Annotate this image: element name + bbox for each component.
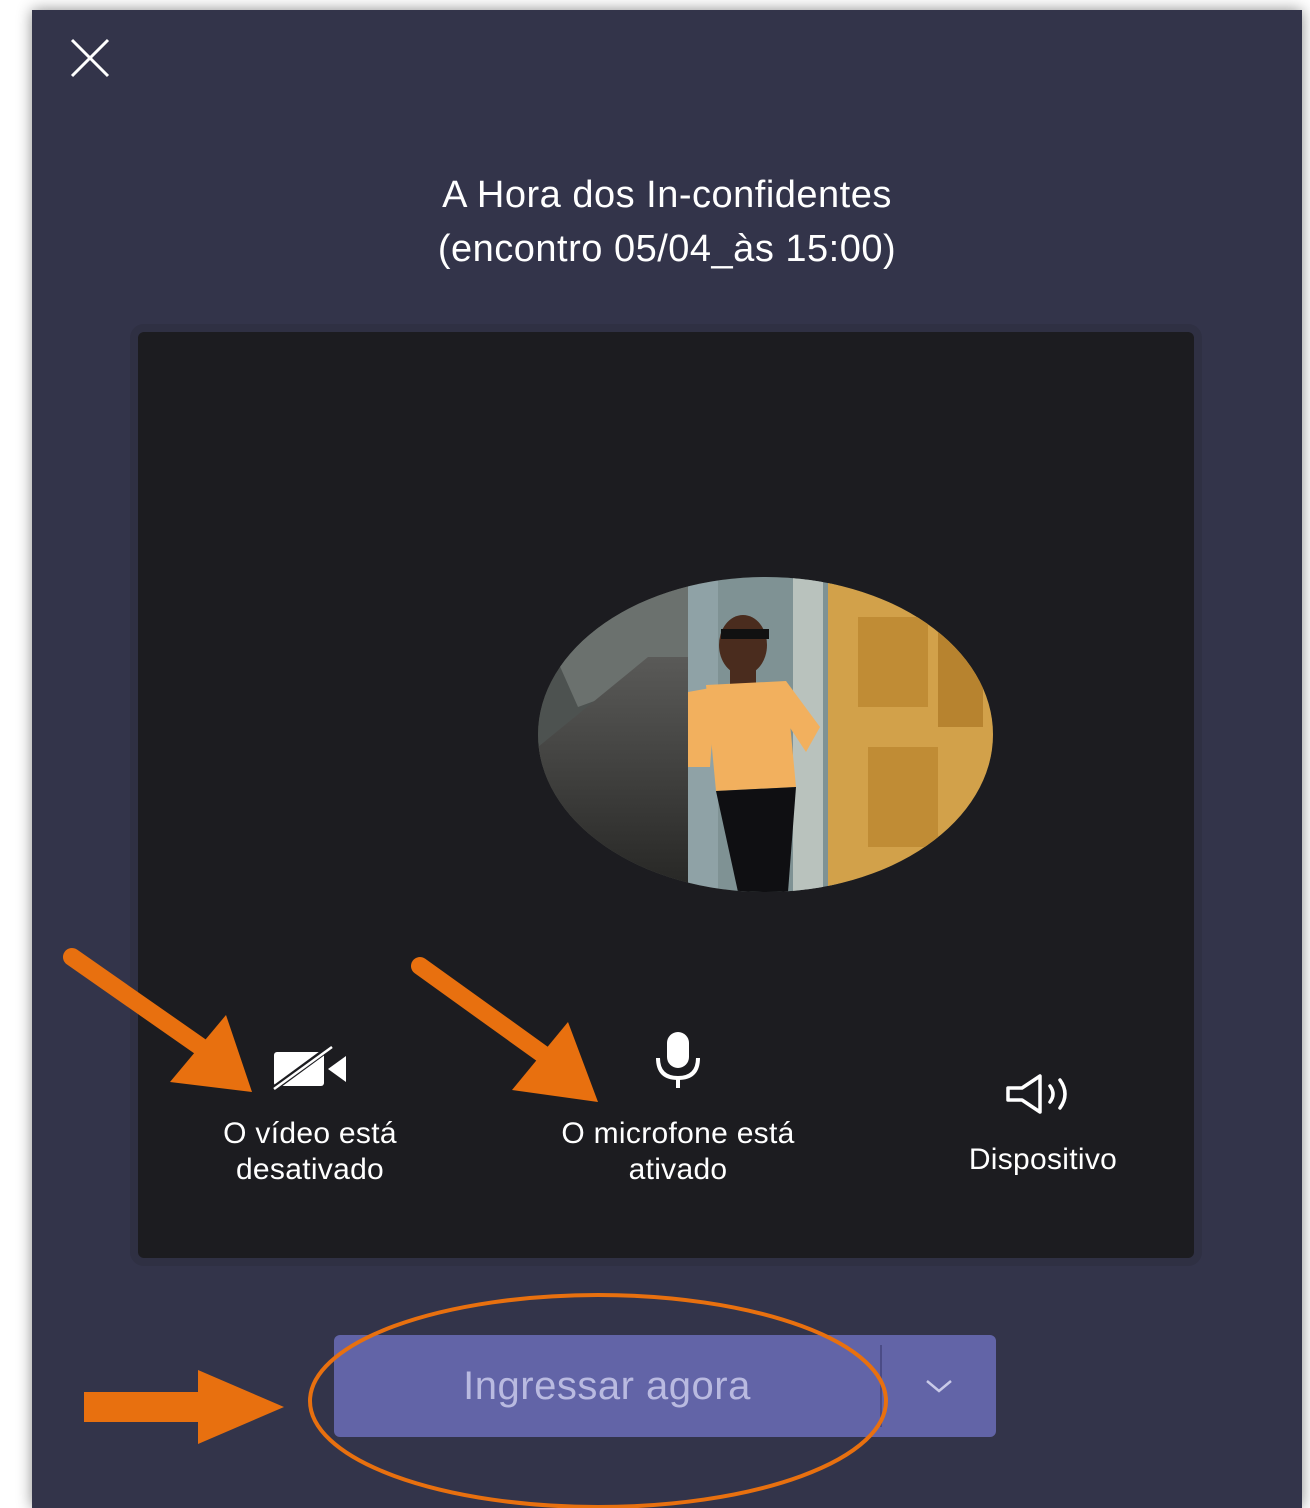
video-off-icon	[270, 1044, 346, 1092]
meeting-title: A Hora dos In-confidentes	[442, 174, 892, 216]
close-icon	[70, 38, 110, 78]
microphone-toggle[interactable]: O microfone está ativado	[498, 1032, 858, 1188]
meeting-subtitle: (encontro 05/04_às 15:00)	[437, 228, 897, 270]
chevron-down-icon	[926, 1380, 952, 1393]
video-label-line2: desativado	[235, 1153, 385, 1186]
avatar	[538, 577, 993, 892]
close-button[interactable]	[68, 36, 112, 80]
join-options-button[interactable]	[882, 1335, 996, 1437]
video-toggle[interactable]: O vídeo está desativado	[180, 1044, 440, 1188]
microphone-label-line1: O microfone está	[561, 1117, 795, 1150]
prejoin-screen: A Hora dos In-confidentes (encontro 05/0…	[32, 10, 1302, 1508]
video-label-line1: O vídeo está	[223, 1117, 397, 1150]
device-settings[interactable]: Dispositivo	[908, 1072, 1178, 1178]
speaker-icon	[1006, 1074, 1067, 1114]
join-now-button[interactable]: Ingressar agora	[334, 1335, 880, 1437]
video-preview: O vídeo está desativado O microfone está…	[130, 324, 1202, 1266]
device-label: Dispositivo	[968, 1143, 1118, 1176]
join-button-group: Ingressar agora	[334, 1335, 996, 1437]
microphone-icon	[656, 1032, 700, 1088]
microphone-label-line2: ativado	[628, 1153, 728, 1186]
